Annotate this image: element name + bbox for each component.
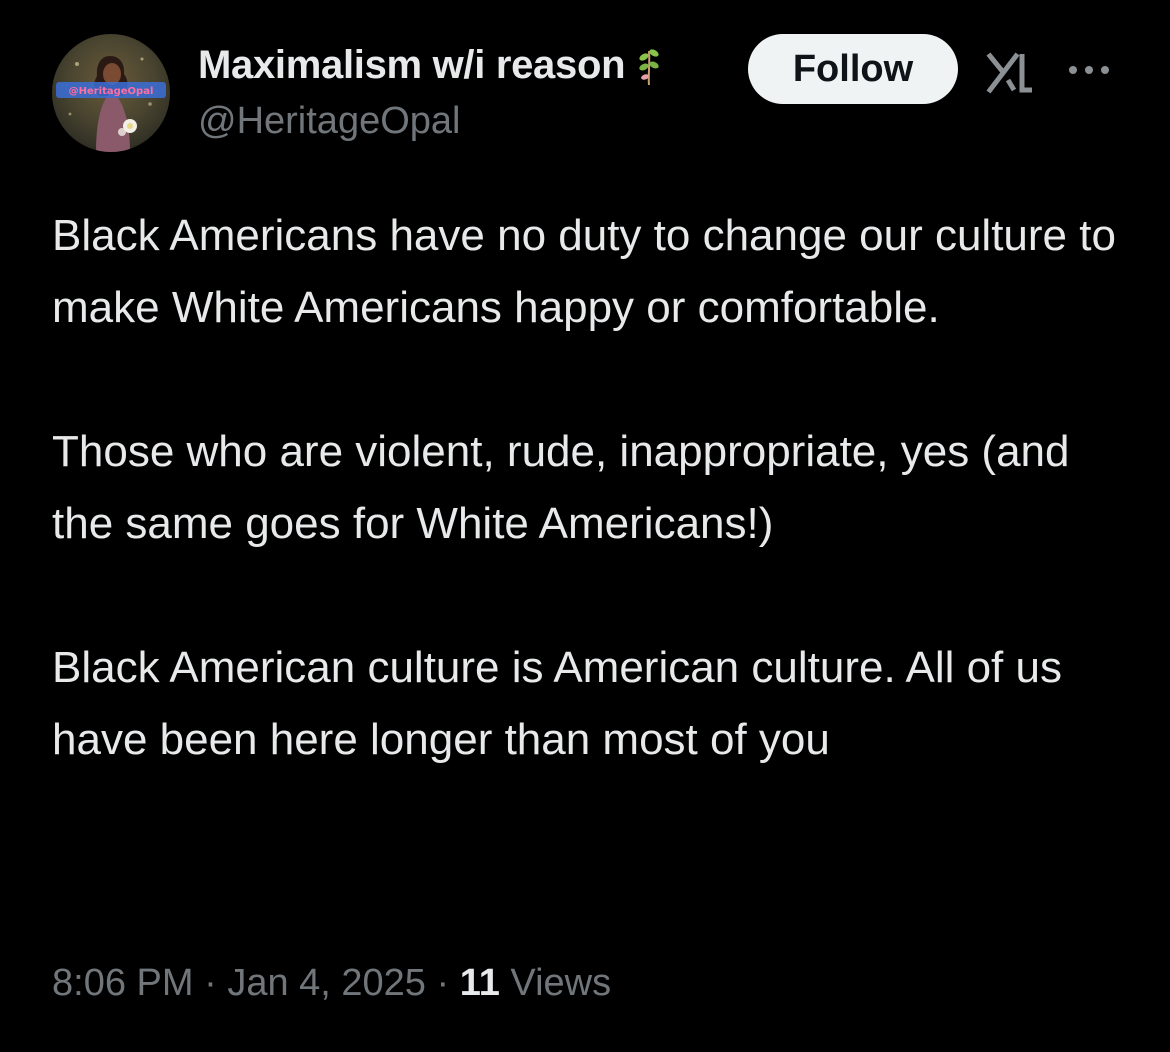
tweet-meta: 8:06 PM · Jan 4, 2025 · 11 Views bbox=[52, 962, 611, 1005]
meta-separator: · bbox=[425, 962, 460, 1004]
views-label[interactable]: Views bbox=[500, 962, 611, 1004]
tweet-date[interactable]: Jan 4, 2025 bbox=[227, 962, 426, 1004]
tweet-card: @HeritageOpal Maximalism w/i reason @Her… bbox=[0, 0, 1170, 1052]
tweet-paragraph: Black Americans have no duty to change o… bbox=[52, 211, 1116, 332]
follow-button[interactable]: Follow bbox=[748, 34, 958, 104]
tweet-text: Black Americans have no duty to change o… bbox=[52, 200, 1132, 776]
author-handle[interactable]: @HeritageOpal bbox=[198, 100, 460, 143]
tweet-paragraph: Black American culture is American cultu… bbox=[52, 643, 1062, 764]
tweet-paragraph: Those who are violent, rude, inappropria… bbox=[52, 427, 1070, 548]
more-icon[interactable] bbox=[1066, 60, 1112, 80]
display-name[interactable]: Maximalism w/i reason bbox=[198, 43, 626, 88]
name-row[interactable]: Maximalism w/i reason bbox=[198, 40, 661, 90]
meta-separator: · bbox=[193, 962, 228, 1004]
sprout-icon bbox=[637, 43, 661, 87]
views-count[interactable]: 11 bbox=[460, 962, 500, 1004]
grok-icon[interactable] bbox=[986, 50, 1038, 94]
tweet-time[interactable]: 8:06 PM bbox=[52, 962, 194, 1004]
avatar[interactable]: @HeritageOpal bbox=[52, 34, 170, 152]
avatar-label: @HeritageOpal bbox=[69, 86, 154, 97]
avatar-image: @HeritageOpal bbox=[52, 34, 170, 152]
